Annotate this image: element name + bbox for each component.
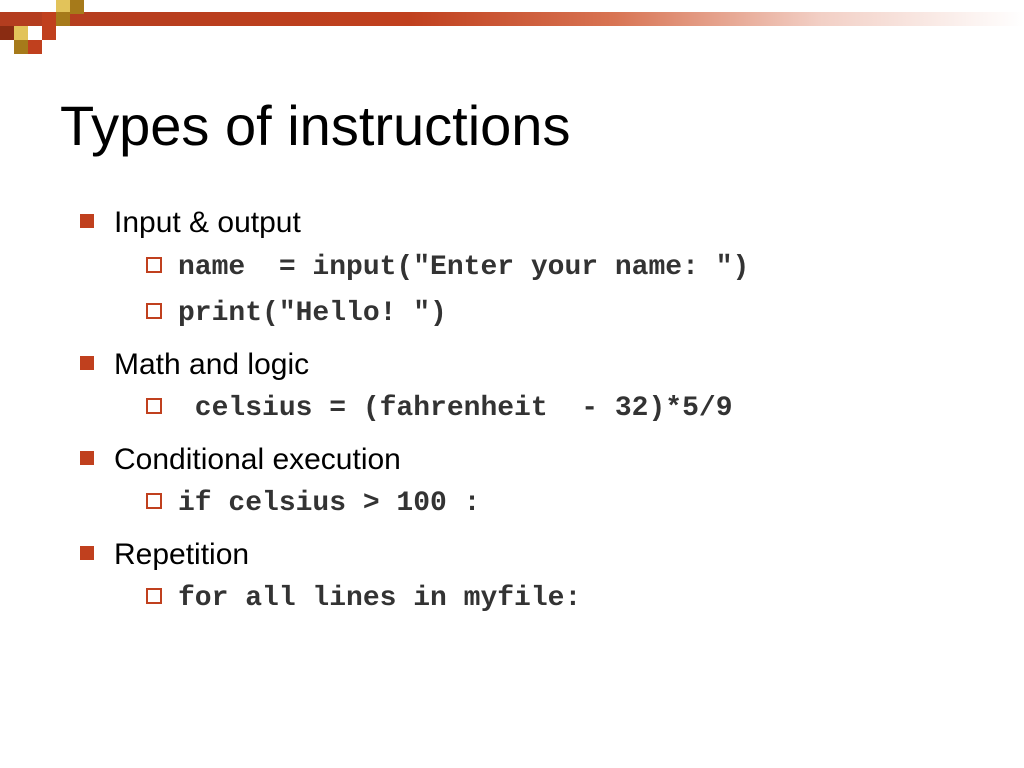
list-item-label: Conditional execution <box>114 443 401 476</box>
pixel-icon <box>56 12 70 26</box>
square-bullet-icon <box>80 214 94 228</box>
list-item: Math and logic celsius = (fahrenheit - 3… <box>80 345 964 430</box>
bullet-list: Input & output name = input("Enter your … <box>80 203 964 620</box>
pixel-icon <box>14 40 28 54</box>
pixel-icon <box>70 0 84 14</box>
hollow-square-bullet-icon <box>146 398 162 414</box>
list-item: Repetition for all lines in myfile: <box>80 535 964 620</box>
code-text: celsius = (fahrenheit - 32)*5/9 <box>178 393 733 424</box>
code-text: if celsius > 100 : <box>178 488 480 519</box>
square-bullet-icon <box>80 451 94 465</box>
square-bullet-icon <box>80 356 94 370</box>
list-item-label: Math and logic <box>114 348 309 381</box>
hollow-square-bullet-icon <box>146 257 162 273</box>
sub-list-item: for all lines in myfile: <box>146 579 964 620</box>
header-pixel-cluster <box>0 0 90 60</box>
hollow-square-bullet-icon <box>146 588 162 604</box>
code-text: name = input("Enter your name: ") <box>178 252 749 283</box>
list-item-label: Repetition <box>114 538 249 571</box>
square-bullet-icon <box>80 546 94 560</box>
sub-list: celsius = (fahrenheit - 32)*5/9 <box>146 389 964 430</box>
list-item: Conditional execution if celsius > 100 : <box>80 440 964 525</box>
sub-list-item: print("Hello! ") <box>146 294 964 335</box>
pixel-icon <box>42 12 56 26</box>
pixel-icon <box>28 40 42 54</box>
code-text: print("Hello! ") <box>178 298 447 329</box>
slide-header-decoration <box>0 0 1024 38</box>
pixel-icon <box>14 26 28 40</box>
header-gradient-bar <box>0 12 1024 26</box>
list-item-label: Input & output <box>114 206 301 239</box>
pixel-icon <box>0 26 14 40</box>
hollow-square-bullet-icon <box>146 303 162 319</box>
sub-list-item: if celsius > 100 : <box>146 484 964 525</box>
hollow-square-bullet-icon <box>146 493 162 509</box>
list-item: Input & output name = input("Enter your … <box>80 203 964 335</box>
code-text: for all lines in myfile: <box>178 583 581 614</box>
slide-title: Types of instructions <box>60 93 964 158</box>
pixel-icon <box>42 26 56 40</box>
sub-list-item: name = input("Enter your name: ") <box>146 248 964 289</box>
sub-list: for all lines in myfile: <box>146 579 964 620</box>
slide-content: Types of instructions Input & output nam… <box>0 38 1024 620</box>
sub-list: name = input("Enter your name: ") print(… <box>146 248 964 335</box>
sub-list: if celsius > 100 : <box>146 484 964 525</box>
sub-list-item: celsius = (fahrenheit - 32)*5/9 <box>146 389 964 430</box>
